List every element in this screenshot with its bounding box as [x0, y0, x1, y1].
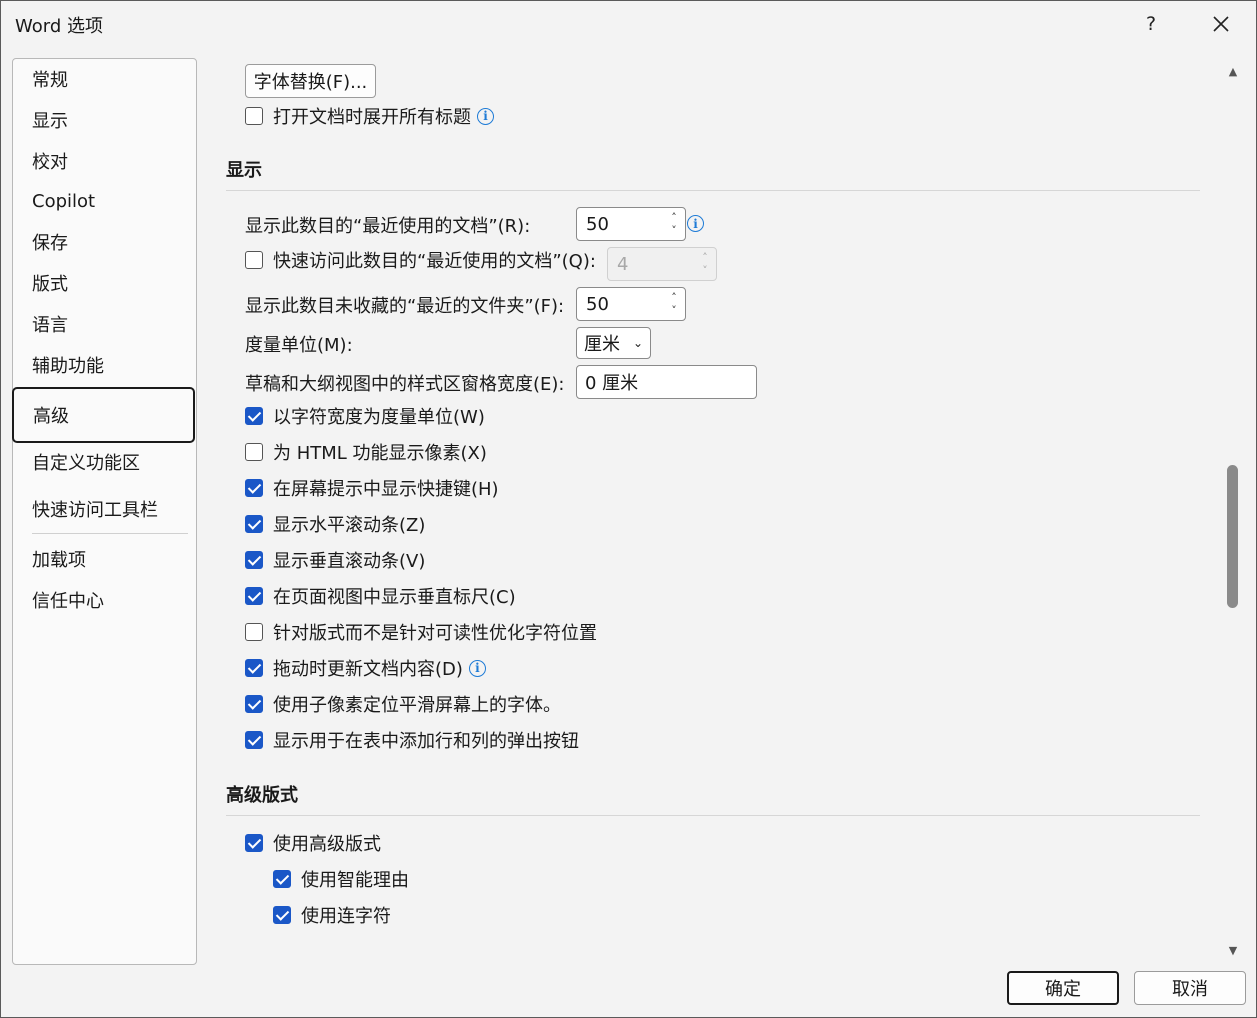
close-button[interactable]	[1201, 7, 1241, 41]
nav-item-trust-center[interactable]: 信任中心	[13, 581, 194, 619]
table-insert-buttons-label: 显示用于在表中添加行和列的弹出按钮	[273, 731, 579, 752]
nav-item-quick-access-toolbar[interactable]: 快速访问工具栏	[13, 490, 194, 528]
optimize-char-positioning-option[interactable]: 针对版式而不是针对可读性优化字符位置	[245, 618, 597, 646]
vertical-scrollbar-checkbox[interactable]	[245, 551, 263, 569]
spinner-arrows-icon: ˄ ˅	[702, 251, 708, 277]
nav-item-save[interactable]: 保存	[13, 223, 194, 261]
word-options-dialog: Word 选项 ? 常规 显示 校对 Copilot 保存 版式 语言 辅助功能…	[0, 0, 1257, 1018]
hyphenation-checkbox[interactable]	[273, 906, 291, 924]
nav-item-display[interactable]: 显示	[13, 101, 194, 139]
nav-item-general[interactable]: 常规	[13, 60, 194, 98]
nav-item-proofing[interactable]: 校对	[13, 142, 194, 180]
recent-docs-value: 50	[586, 213, 609, 235]
section-divider	[226, 190, 1200, 191]
html-pixels-checkbox[interactable]	[245, 443, 263, 461]
table-insert-buttons-option[interactable]: 显示用于在表中添加行和列的弹出按钮	[245, 726, 579, 754]
spinner-arrows-icon[interactable]: ˄ ˅	[663, 208, 685, 240]
info-icon: i	[687, 215, 704, 232]
update-while-dragging-option[interactable]: 拖动时更新文档内容(D) i	[245, 654, 486, 682]
scroll-up-arrow-icon[interactable]: ▲	[1226, 64, 1240, 78]
horizontal-scrollbar-label: 显示水平滚动条(Z)	[273, 515, 426, 536]
vertical-ruler-checkbox[interactable]	[245, 587, 263, 605]
subpixel-positioning-option[interactable]: 使用子像素定位平滑屏幕上的字体。	[245, 690, 561, 718]
shortcut-keys-screentips-option[interactable]: 在屏幕提示中显示快捷键(H)	[245, 474, 499, 502]
options-content: 字体替换(F)... 打开文档时展开所有标题 i 显示 显示此数目的“最近使用的…	[201, 51, 1216, 961]
info-icon: i	[468, 659, 486, 677]
smart-justify-option[interactable]: 使用智能理由	[273, 865, 409, 893]
nav-item-advanced[interactable]: 高级	[12, 387, 195, 443]
scroll-down-arrow-icon[interactable]: ▼	[1226, 943, 1240, 957]
nav-item-addins[interactable]: 加载项	[13, 540, 194, 578]
quick-access-recent-spinner: 4 ˄ ˅	[607, 247, 717, 281]
quick-access-recent-label: 快速访问此数目的“最近使用的文档”(Q):	[273, 251, 596, 272]
smart-justify-label: 使用智能理由	[301, 870, 409, 891]
section-heading-display: 显示	[226, 160, 262, 181]
nav-item-copilot[interactable]: Copilot	[13, 182, 194, 220]
quick-access-recent-option[interactable]: 快速访问此数目的“最近使用的文档”(Q):	[245, 246, 596, 274]
char-width-units-option[interactable]: 以字符宽度为度量单位(W)	[245, 402, 485, 430]
section-divider	[226, 815, 1200, 816]
update-while-dragging-checkbox[interactable]	[245, 659, 263, 677]
expand-headings-option[interactable]: 打开文档时展开所有标题 i	[245, 102, 494, 130]
quick-access-recent-value: 4	[617, 253, 629, 275]
style-pane-width-input[interactable]: 0 厘米	[576, 365, 757, 399]
vertical-scrollbar-option[interactable]: 显示垂直滚动条(V)	[245, 546, 425, 574]
nav-separator	[32, 533, 188, 534]
spinner-arrows-icon[interactable]: ˄ ˅	[663, 288, 685, 320]
ok-button[interactable]: 确定	[1007, 971, 1119, 1005]
optimize-char-positioning-checkbox[interactable]	[245, 623, 263, 641]
html-pixels-label: 为 HTML 功能显示像素(X)	[273, 443, 487, 464]
use-advanced-layout-option[interactable]: 使用高级版式	[245, 829, 381, 857]
subpixel-positioning-checkbox[interactable]	[245, 695, 263, 713]
nav-item-language[interactable]: 语言	[13, 305, 194, 343]
use-advanced-layout-checkbox[interactable]	[245, 834, 263, 852]
scrollbar-thumb[interactable]	[1227, 465, 1238, 608]
chevron-down-icon: ⌄	[632, 336, 643, 350]
char-width-units-label: 以字符宽度为度量单位(W)	[273, 407, 485, 428]
expand-headings-checkbox[interactable]	[245, 107, 263, 125]
smart-justify-checkbox[interactable]	[273, 870, 291, 888]
horizontal-scrollbar-checkbox[interactable]	[245, 515, 263, 533]
info-icon: i	[477, 107, 494, 125]
use-advanced-layout-label: 使用高级版式	[273, 834, 381, 855]
nav-item-accessibility[interactable]: 辅助功能	[13, 346, 194, 384]
quick-access-recent-checkbox[interactable]	[245, 251, 263, 269]
options-nav: 常规 显示 校对 Copilot 保存 版式 语言 辅助功能 高级 自定义功能区…	[12, 58, 197, 965]
update-while-dragging-label: 拖动时更新文档内容(D)	[273, 659, 463, 680]
html-pixels-option[interactable]: 为 HTML 功能显示像素(X)	[245, 438, 487, 466]
shortcut-keys-screentips-label: 在屏幕提示中显示快捷键(H)	[273, 479, 499, 500]
vertical-scrollbar-label: 显示垂直滚动条(V)	[273, 551, 426, 572]
nav-item-customize-ribbon[interactable]: 自定义功能区	[13, 443, 194, 481]
recent-docs-label: 显示此数目的“最近使用的文档”(R):	[245, 216, 531, 237]
section-heading-advanced-layout: 高级版式	[226, 785, 298, 806]
recent-docs-spinner[interactable]: 50 ˄ ˅	[576, 207, 686, 241]
hyphenation-label: 使用连字符	[301, 906, 391, 927]
units-select[interactable]: 厘米 ⌄	[576, 327, 651, 359]
horizontal-scrollbar-option[interactable]: 显示水平滚动条(Z)	[245, 510, 425, 538]
close-icon	[1213, 16, 1229, 32]
style-pane-width-label: 草稿和大纲视图中的样式区窗格宽度(E):	[245, 374, 565, 395]
char-width-units-checkbox[interactable]	[245, 407, 263, 425]
vertical-ruler-option[interactable]: 在页面视图中显示垂直标尺(C)	[245, 582, 516, 610]
dialog-title: Word 选项	[15, 16, 103, 37]
units-value: 厘米	[584, 334, 620, 355]
recent-folders-label: 显示此数目未收藏的“最近的文件夹”(F):	[245, 296, 565, 317]
subpixel-positioning-label: 使用子像素定位平滑屏幕上的字体。	[273, 695, 561, 716]
recent-folders-value: 50	[586, 293, 609, 315]
vertical-ruler-label: 在页面视图中显示垂直标尺(C)	[273, 587, 516, 608]
expand-headings-label: 打开文档时展开所有标题	[273, 107, 471, 128]
recent-folders-spinner[interactable]: 50 ˄ ˅	[576, 287, 686, 321]
units-label: 度量单位(M):	[245, 335, 353, 356]
font-substitution-button[interactable]: 字体替换(F)...	[245, 64, 376, 98]
nav-item-typography[interactable]: 版式	[13, 264, 194, 302]
cancel-button[interactable]: 取消	[1134, 971, 1246, 1005]
hyphenation-option[interactable]: 使用连字符	[273, 901, 391, 929]
shortcut-keys-screentips-checkbox[interactable]	[245, 479, 263, 497]
help-button[interactable]: ?	[1131, 7, 1171, 41]
table-insert-buttons-checkbox[interactable]	[245, 731, 263, 749]
optimize-char-positioning-label: 针对版式而不是针对可读性优化字符位置	[273, 623, 597, 644]
